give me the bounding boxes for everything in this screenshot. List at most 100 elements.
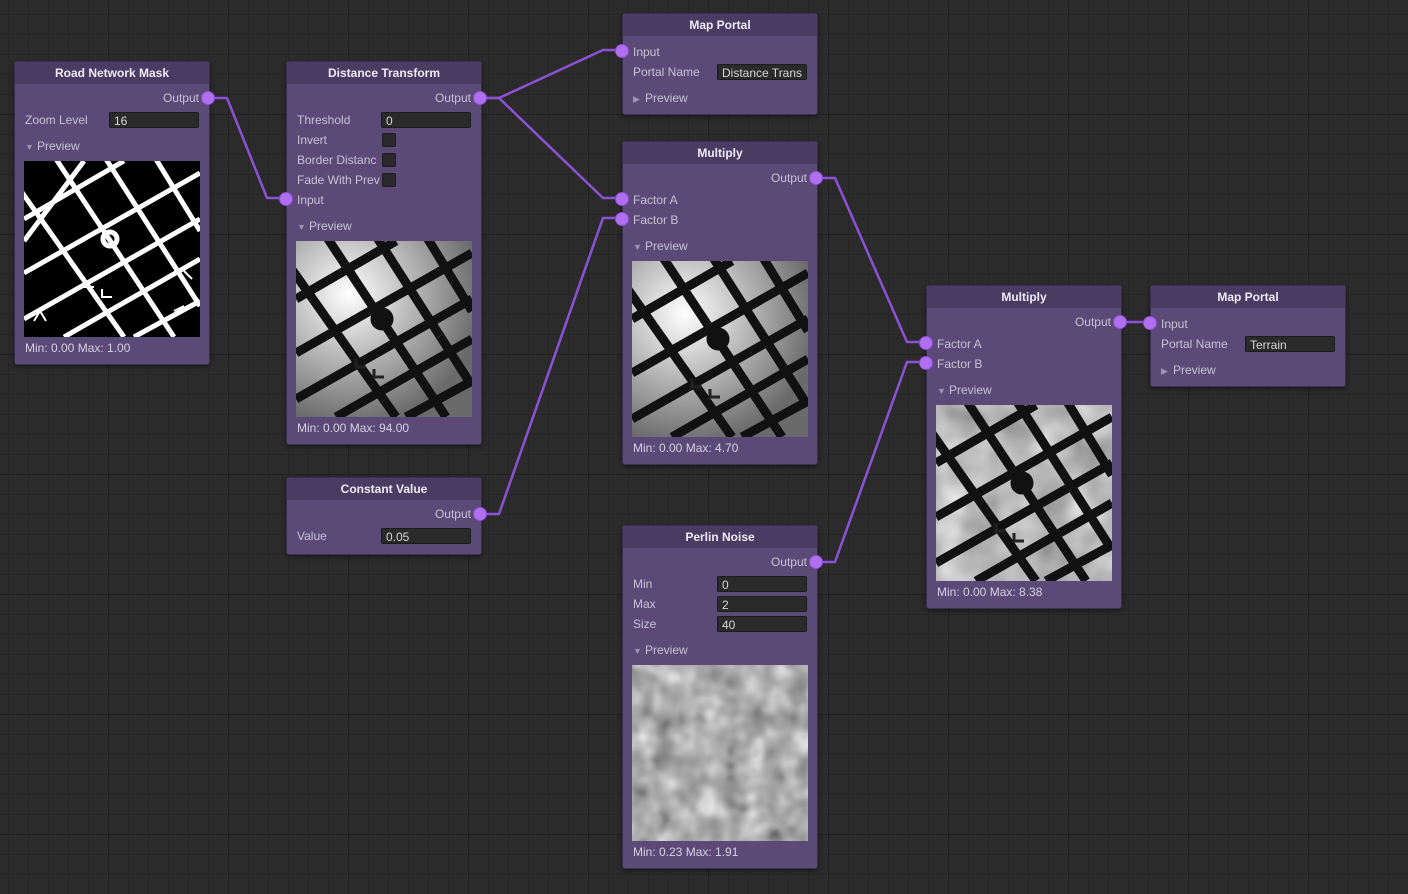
preview-toggle[interactable]: ▼ Preview — [25, 136, 80, 157]
output-port[interactable] — [810, 172, 822, 184]
node-perlin-noise[interactable]: Perlin Noise Output Min 0 Max 2 Size 40 … — [622, 525, 822, 869]
threshold-field[interactable]: 0 — [381, 112, 471, 128]
value-range-stats: Min: 0.00 Max: 4.70 — [633, 441, 739, 455]
preview-toggle[interactable]: ▼ Preview — [297, 216, 352, 237]
input-label: Input — [297, 193, 324, 207]
node-title[interactable]: Map Portal — [623, 14, 817, 36]
preview-toggle[interactable]: ▼ Preview — [937, 380, 992, 401]
collapsed-triangle-icon: ▶ — [633, 94, 640, 104]
output-label: Output — [434, 507, 471, 521]
node-distance-transform[interactable]: Distance Transform Output Threshold 0 In… — [280, 61, 486, 445]
invert-label: Invert — [297, 133, 328, 147]
wire-perlin-to-multiply2 — [815, 360, 927, 564]
node-map-portal-distance[interactable]: Map Portal Input Portal Name Distance Tr… — [616, 13, 818, 115]
expanded-triangle-icon: ▼ — [25, 142, 34, 152]
expanded-triangle-icon: ▼ — [633, 646, 642, 656]
preview-label: Preview — [645, 91, 688, 105]
invert-checkbox[interactable] — [382, 133, 396, 147]
input-port[interactable] — [1144, 317, 1156, 329]
border-distance-label: Border Distanc — [297, 153, 377, 167]
preview-label: Preview — [37, 139, 80, 153]
fade-with-prev-checkbox[interactable] — [382, 173, 396, 187]
max-field[interactable]: 2 — [717, 596, 807, 612]
portal-name-field[interactable]: Terrain — [1245, 336, 1335, 352]
node-title[interactable]: Distance Transform — [287, 62, 481, 84]
input-label: Input — [1161, 317, 1188, 331]
output-port[interactable] — [202, 92, 214, 104]
output-label: Output — [1074, 315, 1111, 329]
portal-name-label: Portal Name — [1161, 337, 1228, 351]
preview-label: Preview — [949, 383, 992, 397]
portal-name-label: Portal Name — [633, 65, 700, 79]
zoom-level-label: Zoom Level — [25, 113, 88, 127]
output-label: Output — [162, 91, 199, 105]
multiply1-preview-image — [632, 261, 808, 437]
output-label: Output — [434, 91, 471, 105]
road-mask-preview-image — [24, 161, 200, 337]
factor-b-port[interactable] — [920, 357, 932, 369]
node-title[interactable]: Multiply — [623, 142, 817, 164]
expanded-triangle-icon: ▼ — [633, 242, 642, 252]
value-range-stats: Min: 0.00 Max: 8.38 — [937, 585, 1043, 599]
preview-toggle[interactable]: ▶ Preview — [633, 88, 688, 109]
min-field[interactable]: 0 — [717, 576, 807, 592]
preview-toggle[interactable]: ▼ Preview — [633, 236, 688, 257]
preview-label: Preview — [645, 643, 688, 657]
factor-a-label: Factor A — [633, 193, 678, 207]
multiply2-preview-image — [936, 405, 1112, 581]
fade-with-prev-label: Fade With Prev — [297, 173, 380, 187]
distance-preview-image — [296, 241, 472, 417]
zoom-level-field[interactable]: 16 — [109, 112, 199, 128]
value-label: Value — [297, 529, 327, 543]
value-field[interactable]: 0.05 — [381, 528, 471, 544]
preview-toggle[interactable]: ▼ Preview — [633, 640, 688, 661]
output-port[interactable] — [1114, 316, 1126, 328]
output-port[interactable] — [474, 508, 486, 520]
wire-distance-to-multiply1 — [479, 96, 623, 200]
node-multiply-2[interactable]: Multiply Output Factor A Factor B ▼ Previ… — [920, 285, 1126, 609]
portal-name-field[interactable]: Distance Trans — [717, 64, 807, 80]
preview-toggle[interactable]: ▶ Preview — [1161, 360, 1216, 381]
wire-constant-to-multiply1 — [479, 216, 623, 516]
node-title[interactable]: Multiply — [927, 286, 1121, 308]
wire-mask-to-distance — [207, 96, 287, 200]
value-range-stats: Min: 0.23 Max: 1.91 — [633, 845, 739, 859]
factor-a-port[interactable] — [920, 337, 932, 349]
preview-label: Preview — [309, 219, 352, 233]
node-title[interactable]: Constant Value — [287, 478, 481, 500]
threshold-label: Threshold — [297, 113, 351, 127]
node-constant-value[interactable]: Constant Value Output Value 0.05 — [286, 477, 486, 555]
node-title[interactable]: Road Network Mask — [15, 62, 209, 84]
input-port[interactable] — [616, 45, 628, 57]
preview-label: Preview — [1173, 363, 1216, 377]
collapsed-triangle-icon: ▶ — [1161, 366, 1168, 376]
factor-b-label: Factor B — [633, 213, 679, 227]
min-label: Min — [633, 577, 653, 591]
node-title[interactable]: Map Portal — [1151, 286, 1345, 308]
max-label: Max — [633, 597, 656, 611]
perlin-preview-image — [632, 665, 808, 841]
expanded-triangle-icon: ▼ — [937, 386, 946, 396]
size-field[interactable]: 40 — [717, 616, 807, 632]
input-label: Input — [633, 45, 660, 59]
node-road-network-mask[interactable]: Road Network Mask Output Zoom Level 16 ▼… — [14, 61, 214, 365]
preview-label: Preview — [645, 239, 688, 253]
factor-a-label: Factor A — [937, 337, 982, 351]
output-label: Output — [770, 555, 807, 569]
output-port[interactable] — [474, 92, 486, 104]
size-label: Size — [633, 617, 657, 631]
value-range-stats: Min: 0.00 Max: 1.00 — [25, 341, 131, 355]
factor-b-label: Factor B — [937, 357, 983, 371]
value-range-stats: Min: 0.00 Max: 94.00 — [297, 421, 410, 435]
wire-distance-to-portal — [479, 48, 623, 100]
expanded-triangle-icon: ▼ — [297, 222, 306, 232]
node-map-portal-terrain[interactable]: Map Portal Input Portal Name Terrain ▶ Pr… — [1144, 285, 1346, 387]
node-title[interactable]: Perlin Noise — [623, 526, 817, 548]
output-label: Output — [770, 171, 807, 185]
input-port[interactable] — [280, 193, 292, 205]
factor-a-port[interactable] — [616, 193, 628, 205]
factor-b-port[interactable] — [616, 213, 628, 225]
output-port[interactable] — [810, 556, 822, 568]
border-distance-checkbox[interactable] — [382, 153, 396, 167]
node-multiply-1[interactable]: Multiply Output Factor A Factor B ▼ Previ… — [616, 141, 822, 465]
